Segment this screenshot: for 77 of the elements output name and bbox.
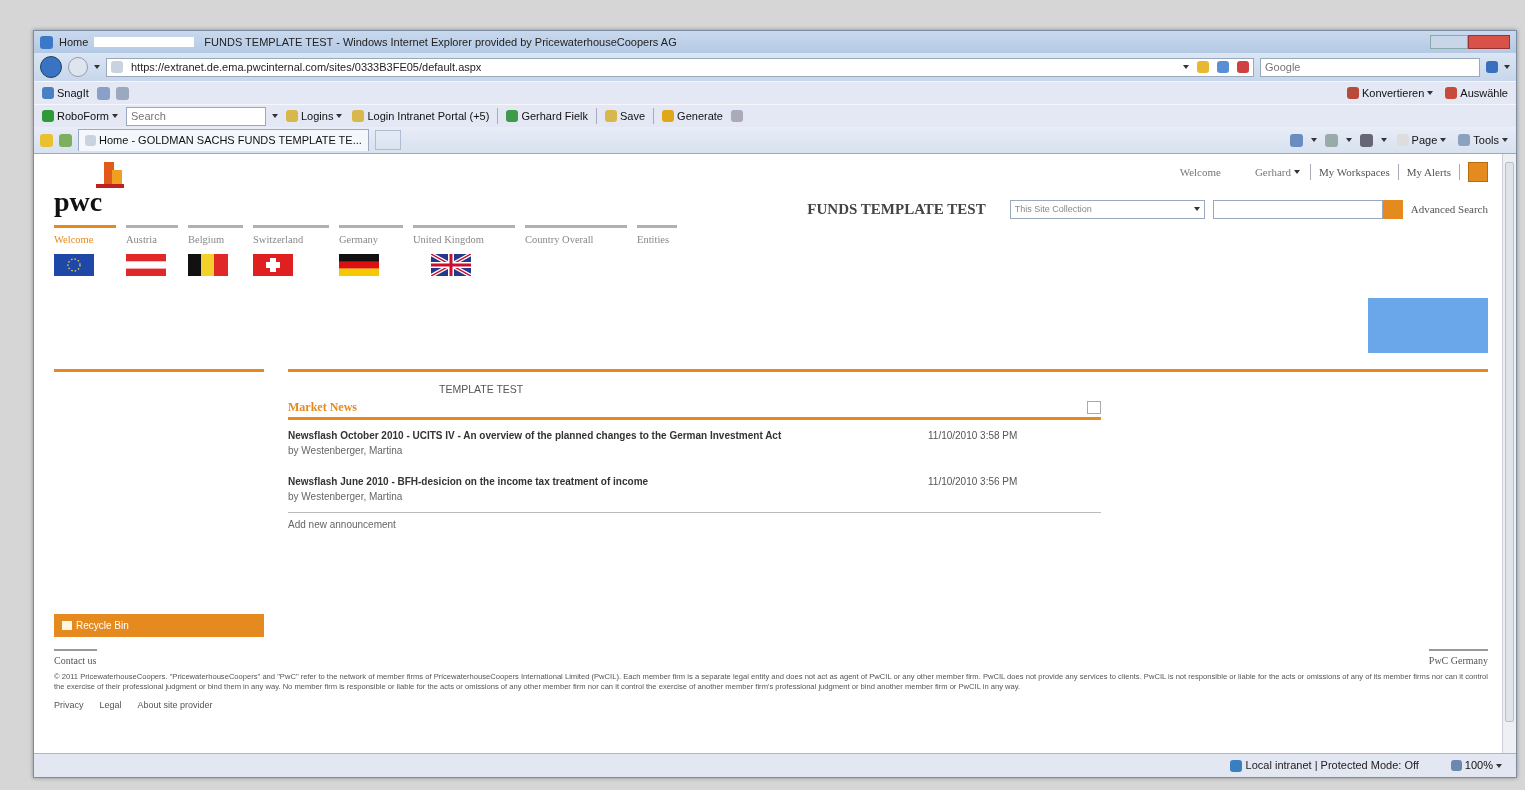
toolbar-button[interactable]: Auswähle — [1443, 84, 1510, 102]
caret-icon[interactable] — [1504, 65, 1510, 69]
footer-link[interactable]: About site provider — [137, 699, 213, 713]
date-text: 11/10/2010 3:58 PM — [928, 429, 1018, 443]
logo-mark-icon — [96, 162, 124, 188]
webpart-title: Market News — [288, 399, 357, 416]
contact-link[interactable]: Contact us — [54, 649, 97, 669]
logo-wordmark: pwc — [54, 188, 104, 216]
toolbar-button[interactable]: Gerhard Fielk — [504, 107, 591, 125]
address-field[interactable]: https://extranet.de.ema.pwcinternal.com/sites/0333B3FE05/default.aspx — [106, 57, 1254, 77]
search-button[interactable] — [1382, 199, 1403, 219]
flag-icon — [431, 254, 471, 277]
caret-icon[interactable] — [1440, 138, 1447, 142]
caret-icon[interactable] — [111, 114, 118, 118]
caret-icon[interactable] — [94, 65, 100, 69]
date-text: 11/10/2010 3:56 PM — [928, 475, 1018, 489]
forward-button[interactable] — [68, 57, 88, 77]
caret-icon[interactable] — [1427, 91, 1434, 95]
window-title: FUNDS TEMPLATE TEST - Windows Internet Explorer provided by PricewaterhouseCoopers AG — [204, 34, 677, 50]
url-text: https://extranet.de.ema.pwcinternal.com/sites/0333B3FE05/default.aspx — [131, 59, 482, 75]
flag-icon — [188, 254, 228, 277]
zoom-button[interactable]: 100% — [1448, 757, 1504, 774]
advanced-search-link[interactable]: Advanced Search — [1410, 201, 1488, 218]
footer-link[interactable]: Legal — [99, 699, 122, 713]
nav-tab[interactable]: Switzerland — [253, 224, 329, 249]
author-text: by Westenberger, Martina — [288, 490, 404, 504]
window-controls[interactable] — [1430, 35, 1468, 49]
flag-icon — [339, 254, 379, 277]
roboform-button[interactable]: RoboForm — [40, 107, 120, 125]
caret-icon[interactable] — [336, 114, 343, 118]
nav-tab[interactable]: Belgium — [188, 224, 243, 249]
site-title: FUNDS TEMPLATE TEST — [807, 200, 986, 219]
tools-menu[interactable]: Tools — [1456, 131, 1510, 149]
flag-icon — [253, 254, 293, 277]
search-field[interactable]: Search — [125, 106, 266, 126]
caret-icon[interactable] — [1310, 138, 1317, 142]
welcome-text: Welcome — [1179, 164, 1221, 180]
add-announcement-link[interactable]: Add new announcement — [288, 517, 1101, 532]
caret-icon[interactable] — [1293, 170, 1300, 174]
toolbar-button[interactable]: Generate — [660, 107, 725, 125]
page-menu[interactable]: Page — [1394, 131, 1449, 149]
toolbar-button[interactable]: Logins — [283, 107, 345, 125]
browser-tab[interactable]: Home - GOLDMAN SACHS FUNDS TEMPLATE TE... — [78, 129, 369, 151]
caret-icon[interactable] — [1502, 138, 1508, 142]
search-field[interactable]: Google — [1260, 57, 1480, 77]
nav-tab[interactable]: Country Overall — [525, 224, 627, 249]
zone-text: Local intranet | Protected Mode: Off — [1245, 758, 1419, 774]
author-text: by Westenberger, Martina — [288, 444, 404, 458]
top-link[interactable]: My Alerts — [1406, 163, 1451, 181]
flag-icon — [126, 254, 166, 277]
caret-icon[interactable] — [1183, 65, 1189, 69]
flag-icon — [54, 254, 94, 277]
nav-tab[interactable]: United Kingdom — [413, 224, 515, 249]
window-title-prefix: Home — [59, 34, 89, 50]
caret-icon[interactable] — [1496, 763, 1502, 768]
webpart-menu-button[interactable] — [1087, 400, 1101, 414]
nav-tab[interactable]: Entities — [637, 224, 677, 249]
search-field[interactable] — [1212, 199, 1383, 219]
announcement-link[interactable]: Newsflash October 2010 - UCITS IV - An overview of the planned changes to the German Investment Act — [288, 428, 928, 443]
caret-icon[interactable] — [271, 114, 278, 118]
nav-tab[interactable]: Austria — [126, 224, 178, 249]
scope-dropdown[interactable]: This Site Collection — [1009, 199, 1205, 219]
toolbar-button[interactable]: Login Intranet Portal (+5) — [350, 107, 492, 125]
user-menu[interactable]: Gerhard — [1252, 163, 1302, 181]
caret-icon[interactable] — [1380, 138, 1387, 142]
snagit-button[interactable]: SnagIt — [40, 84, 91, 102]
top-link[interactable]: My Workspaces — [1318, 163, 1390, 181]
nav-tab[interactable]: Germany — [339, 224, 403, 249]
scrollbar[interactable] — [1502, 154, 1516, 753]
announcement-link[interactable]: Newsflash June 2010 - BFH-desicion on the income tax treatment of income — [288, 474, 928, 489]
caret-icon[interactable] — [1345, 138, 1352, 142]
toolbar-button[interactable]: Save — [603, 107, 648, 125]
footer-link[interactable]: Privacy — [54, 699, 84, 713]
brand-text: PwC Germany — [1428, 649, 1488, 669]
back-button[interactable] — [40, 56, 62, 78]
toolbar-button[interactable]: Konvertieren — [1344, 84, 1436, 102]
section-title: TEMPLATE TEST — [439, 382, 525, 398]
